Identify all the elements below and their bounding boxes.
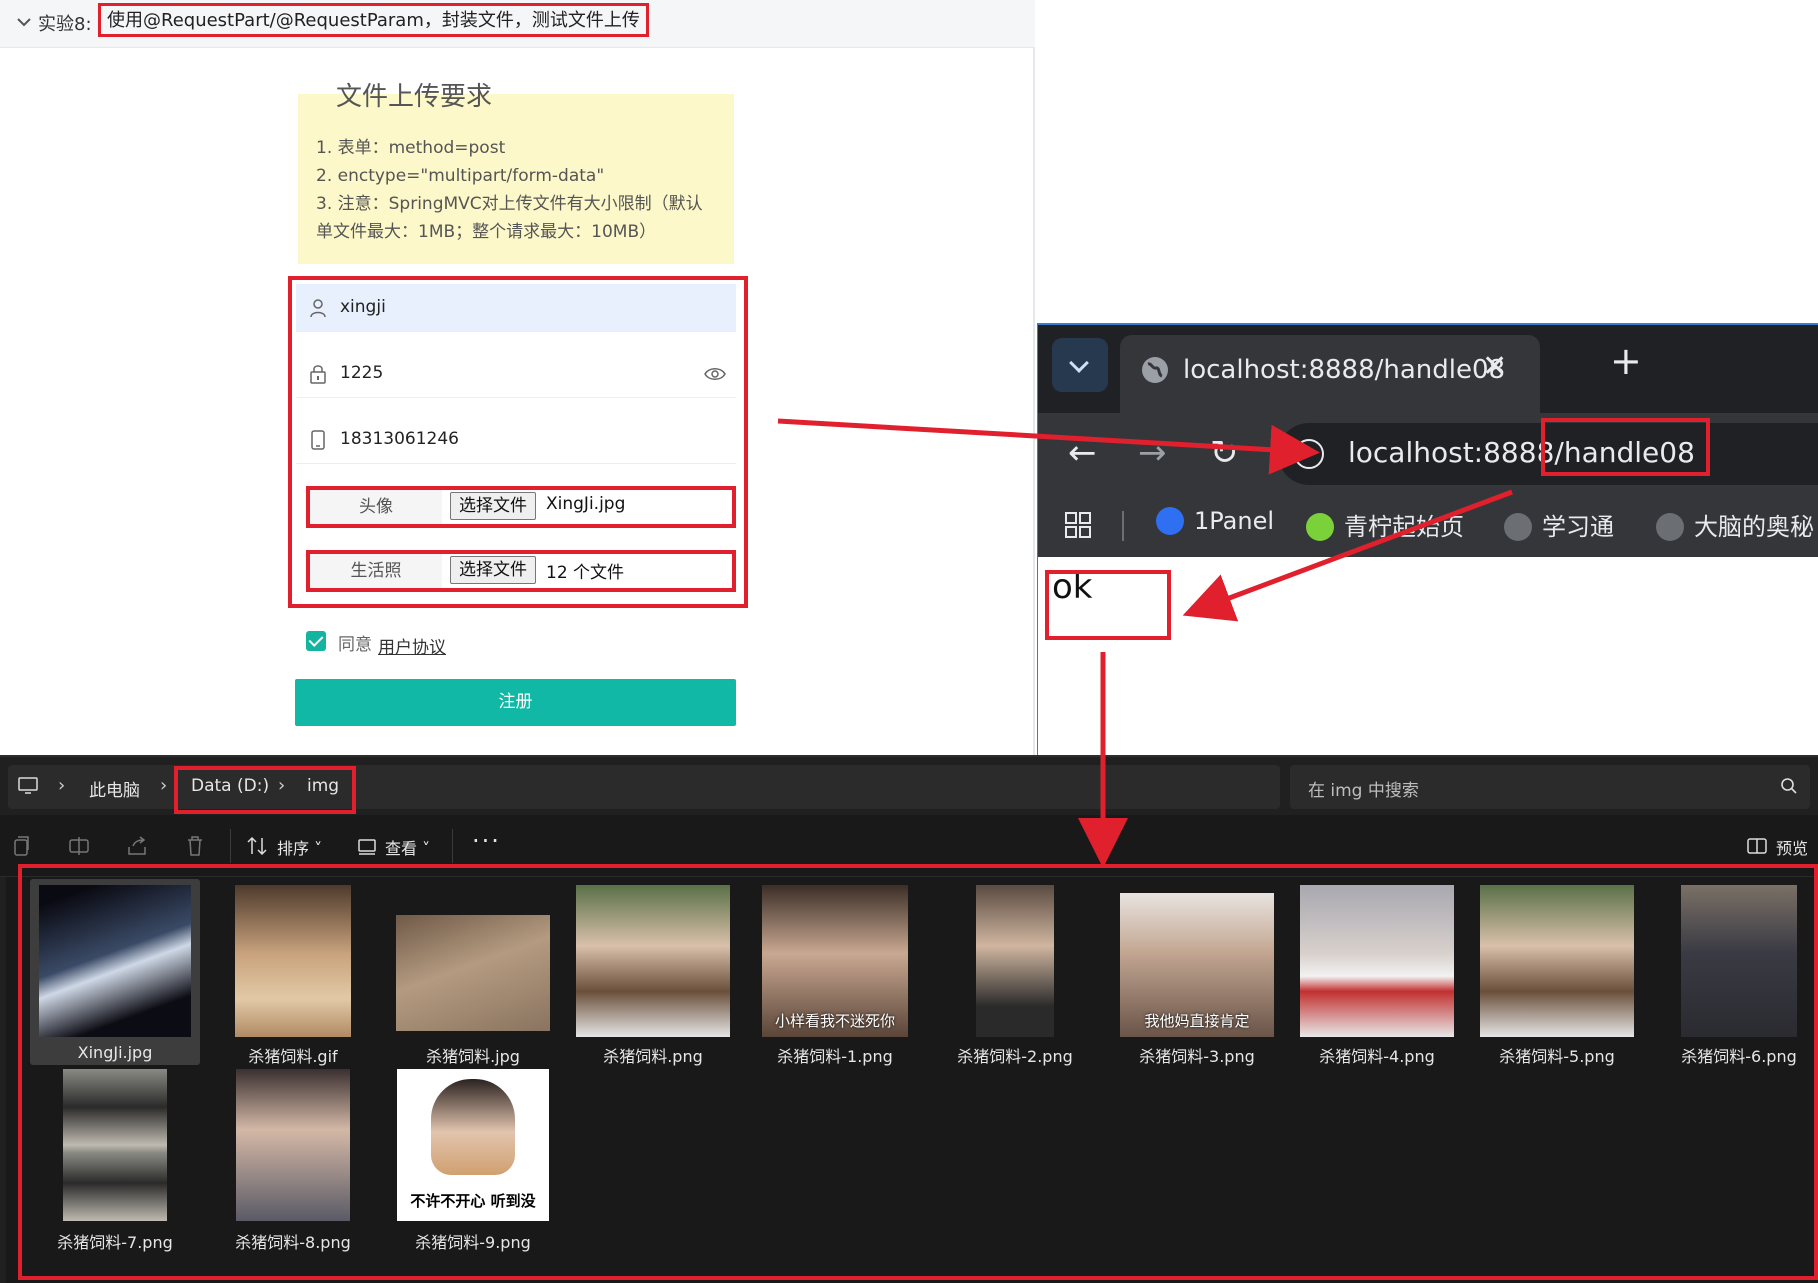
view-button[interactable]: 查看 ˅ <box>385 835 430 859</box>
sort-icon[interactable] <box>246 835 268 857</box>
rename-icon[interactable] <box>68 835 90 857</box>
phone-value: 18313061246 <box>340 429 459 449</box>
requirement-item: 3. 注意：SpringMVC对上传文件有大小限制（默认单文件最大：1MB；整个… <box>316 194 703 242</box>
tab-strip: localhost:8888/handle08 ✕ + <box>1038 325 1818 413</box>
site-info-icon[interactable] <box>1294 439 1324 469</box>
chevron-right-icon: › <box>58 775 66 796</box>
close-icon[interactable]: ✕ <box>1482 349 1507 384</box>
search-input[interactable]: 在 img 中搜索 <box>1290 765 1810 809</box>
url-highlight-box <box>1541 418 1710 476</box>
avatar-choose-file-button[interactable]: 选择文件 <box>450 492 536 520</box>
breadcrumb-highlight-box <box>174 766 356 814</box>
more-options-icon[interactable]: ··· <box>472 827 501 855</box>
requirements-title: 文件上传要求 <box>336 82 493 112</box>
breadcrumb-this-pc[interactable]: 此电脑 <box>89 776 140 801</box>
lime-icon <box>1306 513 1334 541</box>
trash-icon[interactable] <box>184 835 206 857</box>
bookmark-qingning[interactable]: 青柠起始页 <box>1306 507 1464 542</box>
monitor-icon[interactable] <box>18 777 38 795</box>
chevron-down-icon[interactable] <box>14 12 34 32</box>
form-panel: 实验8: 使用@RequestPart/@RequestParam，封装文件，测… <box>0 0 1035 755</box>
experiment-label: 实验8: <box>38 14 92 35</box>
bookmarks-bar: 1Panel 青柠起始页 学习通 大脑的奥秘 <box>1038 493 1818 557</box>
username-value: xingji <box>340 297 386 317</box>
user-agreement-link[interactable]: 用户协议 <box>378 633 446 658</box>
username-field[interactable]: xingji <box>296 284 736 332</box>
tab-search-button[interactable] <box>1052 338 1108 392</box>
agree-text: 同意 <box>338 635 372 655</box>
experiment-header[interactable]: 实验8: 使用@RequestPart/@RequestParam，封装文件，测… <box>0 0 1035 48</box>
preview-pane-icon[interactable] <box>1746 835 1768 857</box>
copy-icon[interactable] <box>10 835 32 857</box>
lock-icon <box>310 365 326 384</box>
view-icon[interactable] <box>356 835 378 857</box>
files-highlight-box <box>18 864 1818 1280</box>
password-value: 1225 <box>340 363 384 383</box>
tab-title: localhost:8888/handle08 <box>1183 355 1506 385</box>
photos-label: 生活照 <box>310 554 442 588</box>
photos-file-count: 12 个文件 <box>546 563 625 583</box>
command-divider <box>230 829 231 863</box>
photos-choose-file-button[interactable]: 选择文件 <box>450 556 536 584</box>
ok-highlight-box <box>1045 570 1171 640</box>
new-tab-button[interactable]: + <box>1610 339 1642 383</box>
apps-grid-icon[interactable] <box>1064 511 1092 539</box>
register-button[interactable]: 注册 <box>295 679 736 726</box>
password-field[interactable]: 1225 <box>296 350 736 398</box>
browser-window: localhost:8888/handle08 ✕ + ← → ↻ localh… <box>1037 323 1818 757</box>
bookmark-separator <box>1122 511 1124 541</box>
globe-icon <box>1142 357 1168 383</box>
command-divider <box>452 829 453 863</box>
sort-button[interactable]: 排序 ˅ <box>277 835 322 859</box>
requirement-item: 1. 表单：method=post <box>316 138 506 158</box>
url-host: localhost:8888 <box>1348 436 1555 469</box>
user-icon <box>310 299 326 318</box>
share-icon[interactable] <box>126 835 148 857</box>
search-placeholder: 在 img 中搜索 <box>1308 781 1419 801</box>
search-icon[interactable] <box>1780 777 1798 795</box>
reload-icon[interactable]: ↻ <box>1210 433 1239 473</box>
avatar-upload-row: 头像 选择文件 XingJi.jpg <box>306 486 736 528</box>
panel-icon <box>1156 507 1184 535</box>
globe-icon <box>1656 513 1684 541</box>
requirements-list: 1. 表单：method=post 2. enctype="multipart/… <box>316 134 716 246</box>
forward-icon[interactable]: → <box>1138 433 1167 473</box>
bookmark-brain[interactable]: 大脑的奥秘 <box>1656 507 1814 542</box>
chevron-right-icon: › <box>160 775 168 796</box>
experiment-title: 使用@RequestPart/@RequestParam，封装文件，测试文件上传 <box>98 3 649 37</box>
avatar-label: 头像 <box>310 490 442 524</box>
globe-icon <box>1504 513 1532 541</box>
eye-icon[interactable] <box>704 364 726 384</box>
requirement-item: 2. enctype="multipart/form-data" <box>316 166 605 186</box>
preview-button[interactable]: 预览 <box>1776 835 1808 859</box>
phone-field[interactable]: 18313061246 <box>296 416 736 464</box>
navigation-pane-edge <box>0 877 6 1283</box>
bookmark-1panel[interactable]: 1Panel <box>1156 507 1274 535</box>
photos-upload-row: 生活照 选择文件 12 个文件 <box>306 550 736 592</box>
avatar-file-name: XingJi.jpg <box>546 494 626 514</box>
bookmark-xuexitong[interactable]: 学习通 <box>1504 507 1614 542</box>
back-icon[interactable]: ← <box>1068 433 1097 473</box>
browser-tab[interactable]: localhost:8888/handle08 ✕ <box>1120 335 1540 413</box>
phone-icon <box>311 430 325 450</box>
agree-checkbox[interactable] <box>306 631 326 651</box>
